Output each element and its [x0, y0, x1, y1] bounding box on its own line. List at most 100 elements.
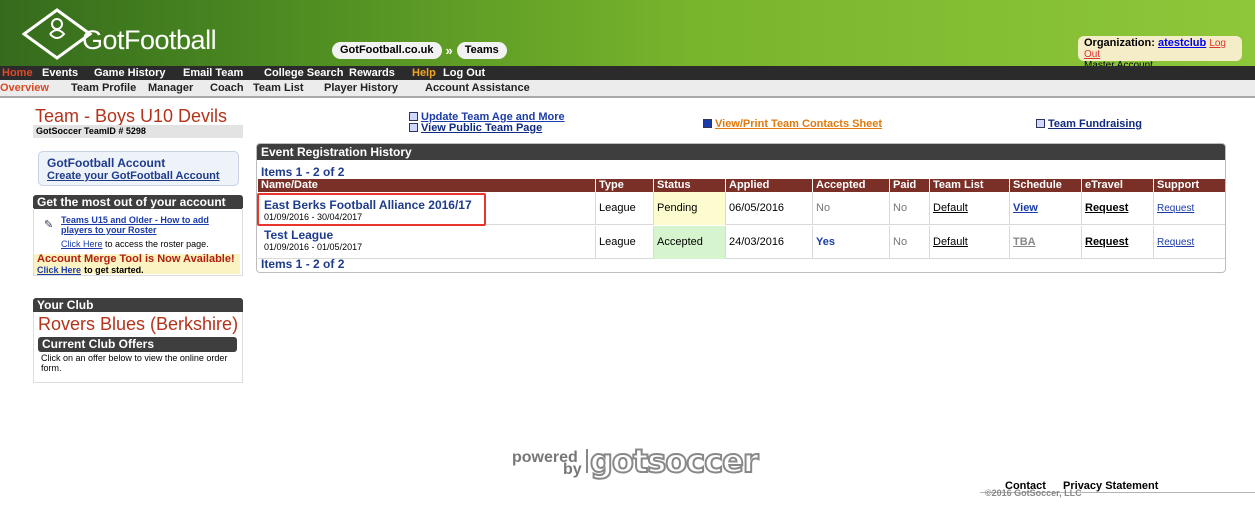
event-name-link[interactable]: Test League [264, 229, 333, 242]
event-dates: 01/09/2016 - 01/05/2017 [264, 242, 363, 252]
secondary-nav: Overview Team Profile Manager Coach Team… [0, 80, 1255, 98]
roster-help-icon: ✎ [44, 219, 54, 231]
support-request-link[interactable]: Request [1157, 237, 1194, 248]
nav-email-team[interactable]: Email Team [183, 66, 243, 80]
club-offers-text: Click on an offer below to view the onli… [41, 353, 228, 373]
merge-tool-link[interactable]: Click Here [37, 265, 81, 275]
crumb-site[interactable]: GotFootball.co.uk [332, 41, 442, 59]
table-header-row: Name/Date Type Status Applied Accepted P… [258, 179, 1225, 192]
cell-status: Pending [653, 192, 725, 225]
logo-divider [586, 449, 588, 473]
logo-text: GotFootball [82, 25, 217, 55]
roster-click-here-text: to access the roster page. [105, 239, 209, 249]
nav-log-out[interactable]: Log Out [443, 66, 485, 80]
primary-nav: Home Events Game History Email Team Coll… [0, 66, 1255, 80]
nav-game-history[interactable]: Game History [94, 66, 166, 80]
subnav-team-profile[interactable]: Team Profile [71, 80, 136, 96]
nav-events[interactable]: Events [42, 66, 78, 80]
club-name: Rovers Blues (Berkshire) [38, 314, 239, 334]
cell-name-date: East Berks Football Alliance 2016/17 01/… [258, 192, 595, 225]
merge-tool-title: Account Merge Tool is Now Available! [37, 253, 235, 265]
col-accepted[interactable]: Accepted [812, 179, 889, 192]
breadcrumb: GotFootball.co.uk » Teams [332, 41, 507, 59]
most-of-account-header: Get the most out of your account [33, 195, 243, 209]
your-club-header: Your Club [33, 298, 243, 312]
items-count-top: Items 1 - 2 of 2 [261, 165, 345, 179]
team-id: GotSoccer TeamID # 5298 [33, 125, 243, 138]
cell-applied: 24/03/2016 [725, 226, 812, 259]
create-account-link[interactable]: Create your GotFootball Account [47, 170, 230, 182]
col-status[interactable]: Status [653, 179, 725, 192]
site-header: GotFootball GotFootball.co.uk » Teams Or… [0, 0, 1255, 71]
event-name-link[interactable]: East Berks Football Alliance 2016/17 [264, 199, 472, 212]
cell-name-date: Test League 01/09/2016 - 01/05/2017 [258, 226, 595, 259]
subnav-account-assistance[interactable]: Account Assistance [425, 80, 530, 96]
registration-header: Event Registration History [257, 144, 1225, 160]
col-support[interactable]: Support [1153, 179, 1225, 192]
roster-click-here-link[interactable]: Click Here [61, 239, 103, 249]
link-square-icon [1036, 119, 1045, 128]
print-contacts-link[interactable]: View/Print Team Contacts Sheet [703, 118, 882, 130]
cell-type: League [595, 226, 653, 259]
nav-help[interactable]: Help [412, 66, 436, 80]
organization-box: Organization: atestclub Log Out Master A… [1078, 36, 1242, 71]
nav-college-search[interactable]: College Search [264, 66, 343, 80]
team-fundraising-link[interactable]: Team Fundraising [1036, 118, 1142, 130]
org-label: Organization: [1084, 37, 1155, 49]
account-box-title: GotFootball Account [47, 156, 166, 170]
subnav-player-history[interactable]: Player History [324, 80, 398, 96]
cell-accepted: No [812, 192, 889, 225]
roster-help-link[interactable]: Teams U15 and Older - How to add players… [61, 215, 236, 235]
team-title: Team - Boys U10 Devils [35, 106, 228, 126]
cell-support: Request [1153, 192, 1225, 225]
cell-schedule: TBA [1009, 226, 1081, 259]
by-text: by [563, 461, 582, 478]
gotfootball-logo[interactable]: GotFootball [22, 4, 242, 62]
cell-team-list: Default [929, 226, 1009, 259]
cell-team-list: Default [929, 192, 1009, 225]
cell-etravel: Request [1081, 226, 1153, 259]
etravel-request-link[interactable]: Request [1085, 236, 1128, 248]
schedule-view-link[interactable]: View [1013, 202, 1038, 214]
merge-tool-text: to get started. [84, 265, 144, 275]
powered-by-gotsoccer[interactable]: powered by gotsoccer [512, 442, 762, 480]
copyright: ©2016 GotSoccer, LLC [985, 488, 1082, 498]
team-list-link[interactable]: Default [933, 202, 968, 214]
col-etravel[interactable]: eTravel [1081, 179, 1153, 192]
nav-rewards[interactable]: Rewards [349, 66, 395, 80]
org-name-link[interactable]: atestclub [1158, 37, 1206, 49]
link-square-icon [409, 112, 418, 121]
table-row: Test League 01/09/2016 - 01/05/2017 Leag… [258, 226, 1225, 259]
col-team-list[interactable]: Team List [929, 179, 1009, 192]
cell-accepted: Yes [812, 226, 889, 259]
cell-type: League [595, 192, 653, 225]
nav-home[interactable]: Home [2, 66, 33, 80]
view-public-team-page-link[interactable]: View Public Team Page [409, 123, 542, 134]
club-offers-header: Current Club Offers [38, 337, 237, 352]
team-list-link[interactable]: Default [933, 236, 968, 248]
etravel-request-link[interactable]: Request [1085, 202, 1128, 214]
subnav-team-list[interactable]: Team List [253, 80, 304, 96]
col-paid[interactable]: Paid [889, 179, 929, 192]
crumb-separator-icon: » [445, 42, 453, 58]
col-type[interactable]: Type [595, 179, 653, 192]
cell-paid: No [889, 226, 929, 259]
cell-support: Request [1153, 226, 1225, 259]
col-schedule[interactable]: Schedule [1009, 179, 1081, 192]
gotsoccer-logo: gotsoccer [589, 442, 760, 480]
crumb-teams[interactable]: Teams [456, 41, 507, 59]
table-row: East Berks Football Alliance 2016/17 01/… [258, 192, 1225, 225]
update-team-age-link[interactable]: Update Team Age and More [409, 112, 565, 123]
col-name-date[interactable]: Name/Date [258, 179, 595, 192]
schedule-tba: TBA [1013, 236, 1036, 248]
subnav-overview[interactable]: Overview [0, 80, 49, 96]
link-square-icon [409, 123, 418, 132]
subnav-coach[interactable]: Coach [210, 80, 244, 96]
subnav-manager[interactable]: Manager [148, 80, 193, 96]
cell-paid: No [889, 192, 929, 225]
col-applied[interactable]: Applied [725, 179, 812, 192]
cell-applied: 06/05/2016 [725, 192, 812, 225]
support-request-link[interactable]: Request [1157, 203, 1194, 214]
cell-schedule: View [1009, 192, 1081, 225]
cell-etravel: Request [1081, 192, 1153, 225]
